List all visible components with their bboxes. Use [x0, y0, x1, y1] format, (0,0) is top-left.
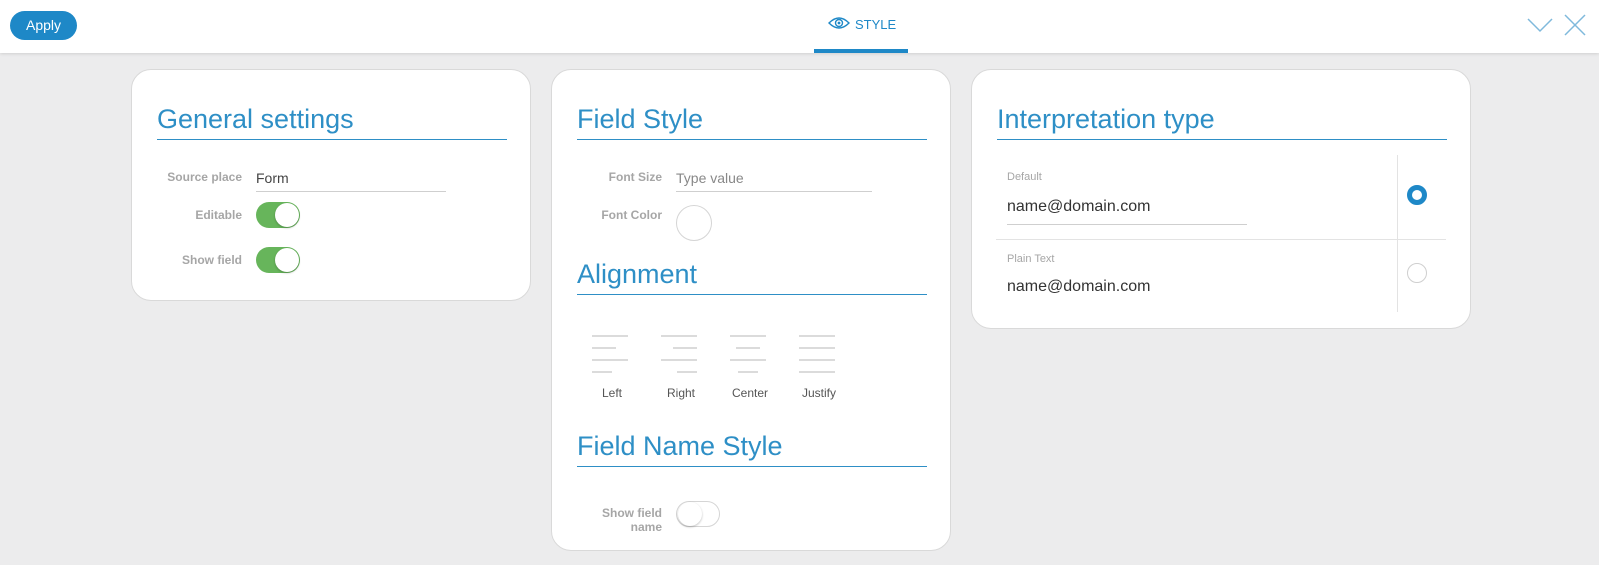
interp-plain-text-radio[interactable]	[1407, 263, 1427, 283]
interpretation-type-title: Interpretation type	[997, 103, 1447, 140]
interp-option-value[interactable]: name@domain.com	[1007, 278, 1150, 296]
interp-vertical-divider	[1397, 155, 1398, 312]
toggle-knob	[275, 203, 299, 227]
align-center-button[interactable]: Center	[720, 334, 780, 409]
align-left-button[interactable]: Left	[582, 334, 642, 409]
show-field-name-label: Show field name	[552, 506, 662, 534]
field-style-card: Field Style Font Size Type value Font Co…	[551, 69, 951, 551]
interp-default-radio[interactable]	[1407, 185, 1427, 205]
tab-style[interactable]: STYLE	[814, 0, 908, 53]
source-place-field[interactable]: Form	[256, 168, 446, 192]
font-size-label: Font Size	[608, 170, 662, 184]
interp-option-value[interactable]: name@domain.com	[1007, 198, 1247, 225]
interp-row-divider	[996, 239, 1446, 240]
eye-icon	[828, 16, 850, 33]
alignment-title: Alignment	[577, 258, 927, 295]
show-field-toggle[interactable]	[256, 247, 300, 273]
show-field-label: Show field	[182, 253, 242, 267]
toggle-knob	[678, 502, 702, 526]
tab-active-indicator	[814, 49, 908, 53]
align-right-label: Right	[666, 386, 695, 400]
show-field-name-toggle[interactable]	[676, 501, 720, 527]
align-justify-icon	[799, 335, 835, 373]
field-style-title: Field Style	[577, 103, 927, 140]
editable-label: Editable	[195, 208, 242, 222]
align-left-label: Left	[601, 386, 622, 400]
align-justify-label: Justify	[801, 386, 836, 400]
top-toolbar: Apply STYLE	[0, 0, 1599, 53]
interp-option-plain-text[interactable]: Plain Text name@domain.com	[997, 238, 1447, 313]
general-settings-card: General settings Source place Form Edita…	[131, 69, 531, 301]
toggle-knob	[275, 248, 299, 272]
align-center-icon	[730, 335, 766, 373]
field-name-style-title: Field Name Style	[577, 430, 927, 467]
source-place-label: Source place	[167, 170, 242, 184]
interp-option-label: Default	[1007, 171, 1042, 183]
font-color-picker[interactable]	[676, 205, 712, 241]
apply-button[interactable]: Apply	[10, 11, 77, 40]
align-right-icon	[661, 335, 697, 373]
tab-style-label: STYLE	[855, 17, 897, 32]
interpretation-type-card: Interpretation type Default name@domain.…	[971, 69, 1471, 329]
align-right-button[interactable]: Right	[651, 334, 711, 409]
show-field-name-label-line1: Show field	[602, 506, 662, 520]
chevron-down-icon[interactable]	[1527, 14, 1553, 36]
font-color-label: Font Color	[601, 208, 662, 222]
editable-toggle[interactable]	[256, 202, 300, 228]
align-center-label: Center	[731, 386, 769, 400]
interp-option-label: Plain Text	[1007, 253, 1055, 265]
font-size-input[interactable]: Type value	[676, 168, 872, 192]
interp-option-default[interactable]: Default name@domain.com	[997, 155, 1447, 236]
show-field-name-label-line2: name	[630, 520, 662, 534]
general-settings-title: General settings	[157, 103, 507, 140]
close-icon[interactable]	[1563, 14, 1589, 36]
align-left-icon	[592, 335, 628, 373]
align-justify-button[interactable]: Justify	[789, 334, 849, 409]
